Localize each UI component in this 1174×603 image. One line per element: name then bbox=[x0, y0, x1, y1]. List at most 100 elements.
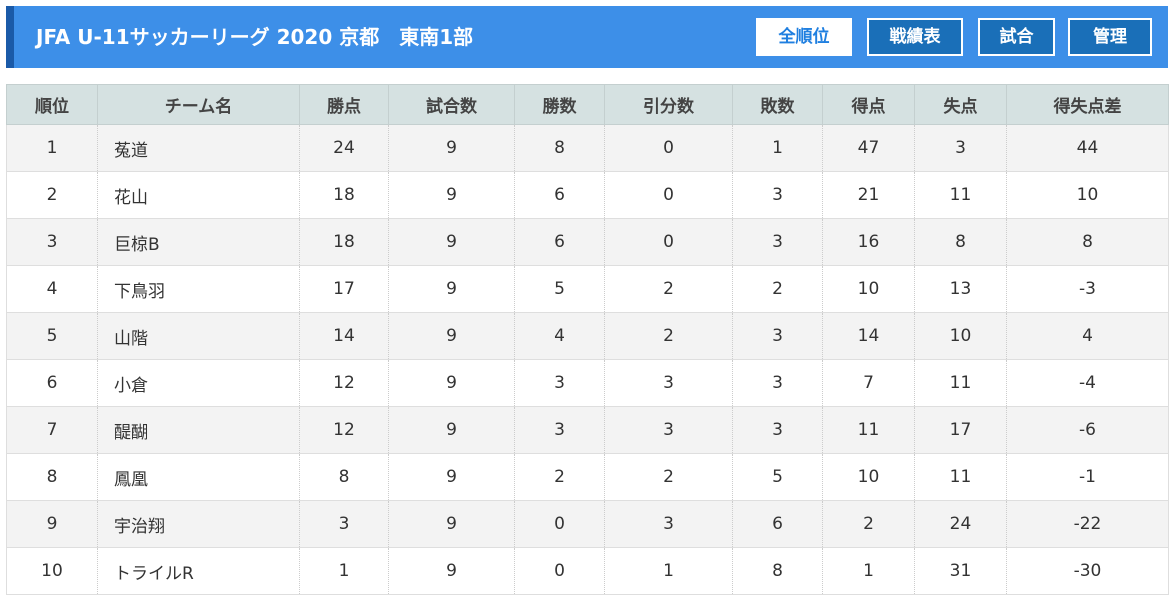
draws-cell: 3 bbox=[604, 500, 733, 548]
rank-cell: 7 bbox=[6, 406, 98, 454]
points-cell: 14 bbox=[299, 312, 389, 360]
points-cell: 18 bbox=[299, 171, 389, 219]
draws-cell: 0 bbox=[604, 124, 733, 172]
table-row: 7 醍醐 12 9 3 3 3 11 17 -6 bbox=[6, 406, 1169, 454]
team-name-cell[interactable]: 小倉 bbox=[97, 359, 300, 407]
points-cell: 12 bbox=[299, 406, 389, 454]
losses-cell: 5 bbox=[732, 453, 823, 501]
goals-for-cell: 47 bbox=[822, 124, 915, 172]
goals-for-cell: 16 bbox=[822, 218, 915, 266]
played-cell: 9 bbox=[388, 453, 515, 501]
goals-for-cell: 14 bbox=[822, 312, 915, 360]
goals-for-cell: 7 bbox=[822, 359, 915, 407]
goals-for-cell: 10 bbox=[822, 265, 915, 313]
team-name-cell[interactable]: 山階 bbox=[97, 312, 300, 360]
draws-cell: 0 bbox=[604, 218, 733, 266]
goals-for-cell: 2 bbox=[822, 500, 915, 548]
team-name-cell[interactable]: 巨椋B bbox=[97, 218, 300, 266]
team-name-cell[interactable]: トライルR bbox=[97, 547, 300, 595]
wins-cell: 6 bbox=[514, 218, 605, 266]
rank-cell: 2 bbox=[6, 171, 98, 219]
points-cell: 17 bbox=[299, 265, 389, 313]
draws-cell: 0 bbox=[604, 171, 733, 219]
points-cell: 12 bbox=[299, 359, 389, 407]
page-header: JFA U-11サッカーリーグ 2020 京都 東南1部 全順位 戦績表 試合 … bbox=[6, 6, 1168, 68]
goal-difference-cell: 44 bbox=[1006, 124, 1169, 172]
standings-table: 順位 チーム名 勝点 試合数 勝数 引分数 敗数 得点 失点 得失点差 1 菟道 2… bbox=[6, 84, 1169, 595]
wins-cell: 0 bbox=[514, 500, 605, 548]
wins-cell: 0 bbox=[514, 547, 605, 595]
goals-for-cell: 10 bbox=[822, 453, 915, 501]
column-header-wins[interactable]: 勝数 bbox=[514, 84, 605, 125]
draws-cell: 3 bbox=[604, 406, 733, 454]
matches-button[interactable]: 試合 bbox=[978, 18, 1055, 56]
rank-cell: 1 bbox=[6, 124, 98, 172]
goals-for-cell: 1 bbox=[822, 547, 915, 595]
played-cell: 9 bbox=[388, 171, 515, 219]
table-row: 9 宇治翔 3 9 0 3 6 2 24 -22 bbox=[6, 500, 1169, 548]
played-cell: 9 bbox=[388, 265, 515, 313]
column-header-goal-difference[interactable]: 得失点差 bbox=[1006, 84, 1169, 125]
goals-against-cell: 13 bbox=[914, 265, 1007, 313]
losses-cell: 1 bbox=[732, 124, 823, 172]
goal-difference-cell: -1 bbox=[1006, 453, 1169, 501]
goal-difference-cell: -6 bbox=[1006, 406, 1169, 454]
column-header-draws[interactable]: 引分数 bbox=[604, 84, 733, 125]
results-table-button[interactable]: 戦績表 bbox=[867, 18, 963, 56]
played-cell: 9 bbox=[388, 218, 515, 266]
column-header-losses[interactable]: 敗数 bbox=[732, 84, 823, 125]
draws-cell: 3 bbox=[604, 359, 733, 407]
table-row: 1 菟道 24 9 8 0 1 47 3 44 bbox=[6, 124, 1169, 172]
all-standings-button[interactable]: 全順位 bbox=[756, 18, 852, 56]
played-cell: 9 bbox=[388, 312, 515, 360]
goals-against-cell: 3 bbox=[914, 124, 1007, 172]
rank-cell: 6 bbox=[6, 359, 98, 407]
column-header-played[interactable]: 試合数 bbox=[388, 84, 515, 125]
team-name-cell[interactable]: 菟道 bbox=[97, 124, 300, 172]
column-header-points[interactable]: 勝点 bbox=[299, 84, 389, 125]
wins-cell: 3 bbox=[514, 359, 605, 407]
points-cell: 24 bbox=[299, 124, 389, 172]
points-cell: 3 bbox=[299, 500, 389, 548]
team-name-cell[interactable]: 醍醐 bbox=[97, 406, 300, 454]
table-row: 10 トライルR 1 9 0 1 8 1 31 -30 bbox=[6, 547, 1169, 595]
played-cell: 9 bbox=[388, 359, 515, 407]
losses-cell: 3 bbox=[732, 359, 823, 407]
team-name-cell[interactable]: 宇治翔 bbox=[97, 500, 300, 548]
column-header-goals-against[interactable]: 失点 bbox=[914, 84, 1007, 125]
wins-cell: 3 bbox=[514, 406, 605, 454]
goal-difference-cell: 10 bbox=[1006, 171, 1169, 219]
table-row: 8 鳳凰 8 9 2 2 5 10 11 -1 bbox=[6, 453, 1169, 501]
played-cell: 9 bbox=[388, 547, 515, 595]
rank-cell: 4 bbox=[6, 265, 98, 313]
goals-for-cell: 11 bbox=[822, 406, 915, 454]
losses-cell: 3 bbox=[732, 171, 823, 219]
points-cell: 8 bbox=[299, 453, 389, 501]
goals-against-cell: 10 bbox=[914, 312, 1007, 360]
admin-button[interactable]: 管理 bbox=[1068, 18, 1152, 56]
goals-against-cell: 24 bbox=[914, 500, 1007, 548]
draws-cell: 2 bbox=[604, 265, 733, 313]
wins-cell: 2 bbox=[514, 453, 605, 501]
wins-cell: 4 bbox=[514, 312, 605, 360]
goal-difference-cell: -30 bbox=[1006, 547, 1169, 595]
losses-cell: 3 bbox=[732, 312, 823, 360]
column-header-goals-for[interactable]: 得点 bbox=[822, 84, 915, 125]
column-header-team[interactable]: チーム名 bbox=[97, 84, 300, 125]
played-cell: 9 bbox=[388, 500, 515, 548]
team-name-cell[interactable]: 鳳凰 bbox=[97, 453, 300, 501]
losses-cell: 2 bbox=[732, 265, 823, 313]
column-header-rank[interactable]: 順位 bbox=[6, 84, 98, 125]
team-name-cell[interactable]: 下鳥羽 bbox=[97, 265, 300, 313]
rank-cell: 10 bbox=[6, 547, 98, 595]
page-title: JFA U-11サッカーリーグ 2020 京都 東南1部 bbox=[36, 25, 474, 49]
goals-against-cell: 11 bbox=[914, 171, 1007, 219]
losses-cell: 6 bbox=[732, 500, 823, 548]
table-row: 3 巨椋B 18 9 6 0 3 16 8 8 bbox=[6, 218, 1169, 266]
rank-cell: 9 bbox=[6, 500, 98, 548]
team-name-cell[interactable]: 花山 bbox=[97, 171, 300, 219]
points-cell: 1 bbox=[299, 547, 389, 595]
points-cell: 18 bbox=[299, 218, 389, 266]
draws-cell: 2 bbox=[604, 453, 733, 501]
table-row: 2 花山 18 9 6 0 3 21 11 10 bbox=[6, 171, 1169, 219]
